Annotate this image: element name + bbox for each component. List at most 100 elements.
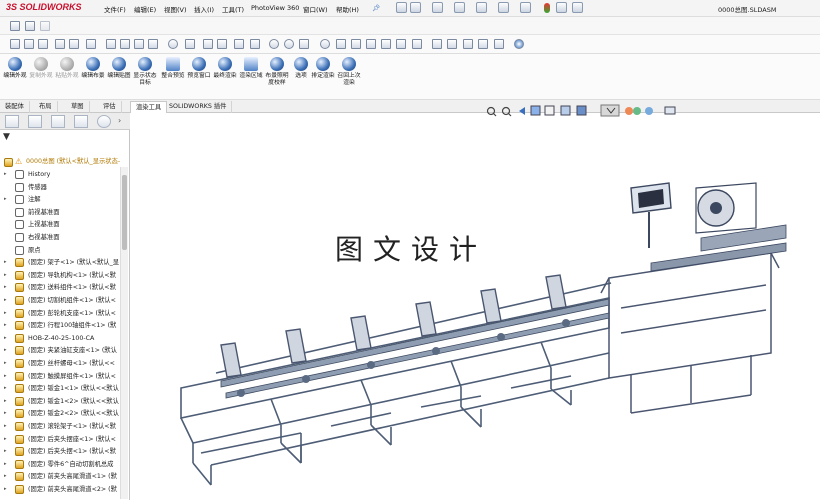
expand-arrow-icon[interactable]: ▸	[4, 395, 7, 408]
tree-scrollbar[interactable]	[120, 167, 128, 499]
menu-tools[interactable]: 工具(T)	[222, 4, 244, 14]
expand-arrow-icon[interactable]: ▸	[4, 269, 7, 282]
filter-icon[interactable]: ▼	[3, 132, 10, 142]
solidworks-logo[interactable]: 3S SOLIDWORKS	[6, 2, 82, 12]
tree-item[interactable]: ▸ (固定) 架子<1> (默认<默认_显	[0, 256, 120, 269]
tree-item[interactable]: ▸ (固定) 钣金1<2> (默认<<默认	[0, 395, 120, 408]
chevron-right-icon[interactable]: ›	[118, 116, 121, 125]
tool-icon[interactable]	[203, 39, 213, 49]
tree-item[interactable]: ▸ (固定) 滚轮架子<1> (默认<默	[0, 420, 120, 433]
tool-icon[interactable]	[351, 39, 361, 49]
expand-arrow-icon[interactable]: ▸	[4, 470, 7, 483]
tree-item[interactable]: ▸ 注解	[0, 193, 120, 206]
schedule-render-button[interactable]: 排定渲染	[310, 57, 336, 80]
tool-icon[interactable]	[86, 39, 96, 49]
tool-icon[interactable]	[250, 39, 260, 49]
graphics-area[interactable]: 图文设计	[131, 104, 820, 500]
tab-layout[interactable]: 布局	[34, 101, 58, 113]
tree-item[interactable]: 传感器	[0, 181, 120, 194]
expand-arrow-icon[interactable]: ▸	[4, 256, 7, 269]
tree-item[interactable]: ▸ (固定) 夹紧油缸支座<1> (默认	[0, 344, 120, 357]
open-icon[interactable]	[432, 2, 443, 13]
expand-arrow-icon[interactable]: ▸	[4, 319, 7, 332]
menu-edit[interactable]: 编辑(E)	[134, 4, 156, 14]
rebuild-icon[interactable]	[544, 3, 550, 13]
tree-item[interactable]: ▸ (固定) 导轨机构<1> (默认<默	[0, 269, 120, 282]
tool-icon[interactable]	[217, 39, 227, 49]
camera-icon[interactable]	[10, 21, 20, 31]
paste-appearance-button[interactable]: 粘贴外观	[54, 57, 80, 80]
tree-item[interactable]: ▸ (固定) 送料组件<1> (默认<默	[0, 281, 120, 294]
tool-icon[interactable]	[366, 39, 376, 49]
tree-item[interactable]: ▸ (固定) 钣金2<2> (默认<<默认	[0, 407, 120, 420]
tool-icon[interactable]	[148, 39, 158, 49]
home-icon[interactable]	[396, 2, 407, 13]
expand-arrow-icon[interactable]: ▸	[4, 294, 7, 307]
expand-arrow-icon[interactable]: ▸	[4, 344, 7, 357]
tree-item[interactable]: ▸ (固定) 切割机组件<1> (默认<	[0, 294, 120, 307]
tree-item[interactable]: 上视基准面	[0, 218, 120, 231]
info-icon[interactable]	[514, 39, 524, 49]
expand-arrow-icon[interactable]: ▸	[4, 420, 7, 433]
edit-appearance-button[interactable]: 编辑外观	[2, 57, 28, 80]
tree-item[interactable]: ▸ History	[0, 168, 120, 181]
tool-icon[interactable]	[284, 39, 294, 49]
tool-icon[interactable]	[24, 39, 34, 49]
expand-arrow-icon[interactable]: ▸	[4, 281, 7, 294]
copy-appearance-button[interactable]: 复制外观	[28, 57, 54, 80]
expand-arrow-icon[interactable]: ▸	[4, 332, 7, 345]
tool-icon[interactable]	[463, 39, 473, 49]
expand-arrow-icon[interactable]: ▸	[4, 445, 7, 458]
display-manager-tab-icon[interactable]	[97, 115, 111, 128]
expand-arrow-icon[interactable]: ▸	[4, 382, 7, 395]
tool-icon[interactable]	[185, 39, 195, 49]
tree-item[interactable]: ▸ (固定) 行程100轴组件<1> (默	[0, 319, 120, 332]
file-properties-icon[interactable]	[556, 2, 567, 13]
tree-item[interactable]: ▸ (固定) 前夹头高尾滑道<1> (默	[0, 470, 120, 483]
new-document-icon[interactable]	[410, 2, 421, 13]
configuration-tab-icon[interactable]	[51, 115, 65, 128]
tree-item[interactable]: ▸ (固定) 彭轮机支座<1> (默认<	[0, 307, 120, 320]
tool-icon[interactable]	[447, 39, 457, 49]
tool-icon[interactable]	[10, 39, 20, 49]
tree-root[interactable]: ⚠ 0000总图 (默认<默认_显示状态-1>)	[0, 156, 120, 168]
tab-sketch[interactable]: 草图	[66, 101, 90, 113]
expand-arrow-icon[interactable]: ▸	[4, 370, 7, 383]
tool-icon[interactable]	[234, 39, 244, 49]
tool-icon[interactable]	[432, 39, 442, 49]
pin-icon[interactable]: 📌︎	[372, 4, 380, 12]
expand-arrow-icon[interactable]: ▸	[4, 433, 7, 446]
tree-item[interactable]: ▸ (固定) 零件6^自动切割机总成	[0, 458, 120, 471]
property-manager-tab-icon[interactable]	[28, 115, 42, 128]
tree-item[interactable]: 原点	[0, 244, 120, 257]
menu-window[interactable]: 窗口(W)	[303, 4, 328, 14]
options-icon[interactable]	[572, 2, 583, 13]
tool-icon[interactable]	[106, 39, 116, 49]
select-icon[interactable]	[520, 2, 531, 13]
expand-arrow-icon[interactable]: ▸	[4, 458, 7, 471]
expand-arrow-icon[interactable]: ▸	[4, 193, 7, 206]
expand-arrow-icon[interactable]: ▸	[4, 307, 7, 320]
tool-icon[interactable]	[120, 39, 130, 49]
tool-icon[interactable]	[69, 39, 79, 49]
recall-last-render-button[interactable]: 召回上次渲染	[336, 57, 362, 87]
screen-capture-icon[interactable]	[25, 21, 35, 31]
save-icon[interactable]	[454, 2, 465, 13]
tool-icon[interactable]	[38, 39, 48, 49]
tree-item[interactable]: ▸ (固定) 丝杆螺母<1> (默认<<	[0, 357, 120, 370]
tree-item[interactable]: ▸ (固定) 触摸屏组件<1> (默认<	[0, 370, 120, 383]
tab-evaluate[interactable]: 评估	[98, 101, 122, 113]
tree-item[interactable]: 前视基准面	[0, 206, 120, 219]
tool-icon[interactable]	[134, 39, 144, 49]
expand-arrow-icon[interactable]: ▸	[4, 483, 7, 496]
edit-scene-button[interactable]: 编辑布景	[80, 57, 106, 80]
appearance-icon[interactable]	[168, 39, 178, 49]
tree-item[interactable]: ▸ (固定) 前夹头高尾滑道<2> (默	[0, 483, 120, 496]
menu-view[interactable]: 视图(V)	[164, 4, 187, 14]
undo-icon[interactable]	[498, 2, 509, 13]
tool-icon[interactable]	[478, 39, 488, 49]
menu-photoview[interactable]: PhotoView 360	[251, 4, 299, 12]
tab-assembly[interactable]: 装配体	[0, 101, 30, 113]
tree-item[interactable]: 右视基准面	[0, 231, 120, 244]
menu-insert[interactable]: 插入(I)	[194, 4, 214, 14]
